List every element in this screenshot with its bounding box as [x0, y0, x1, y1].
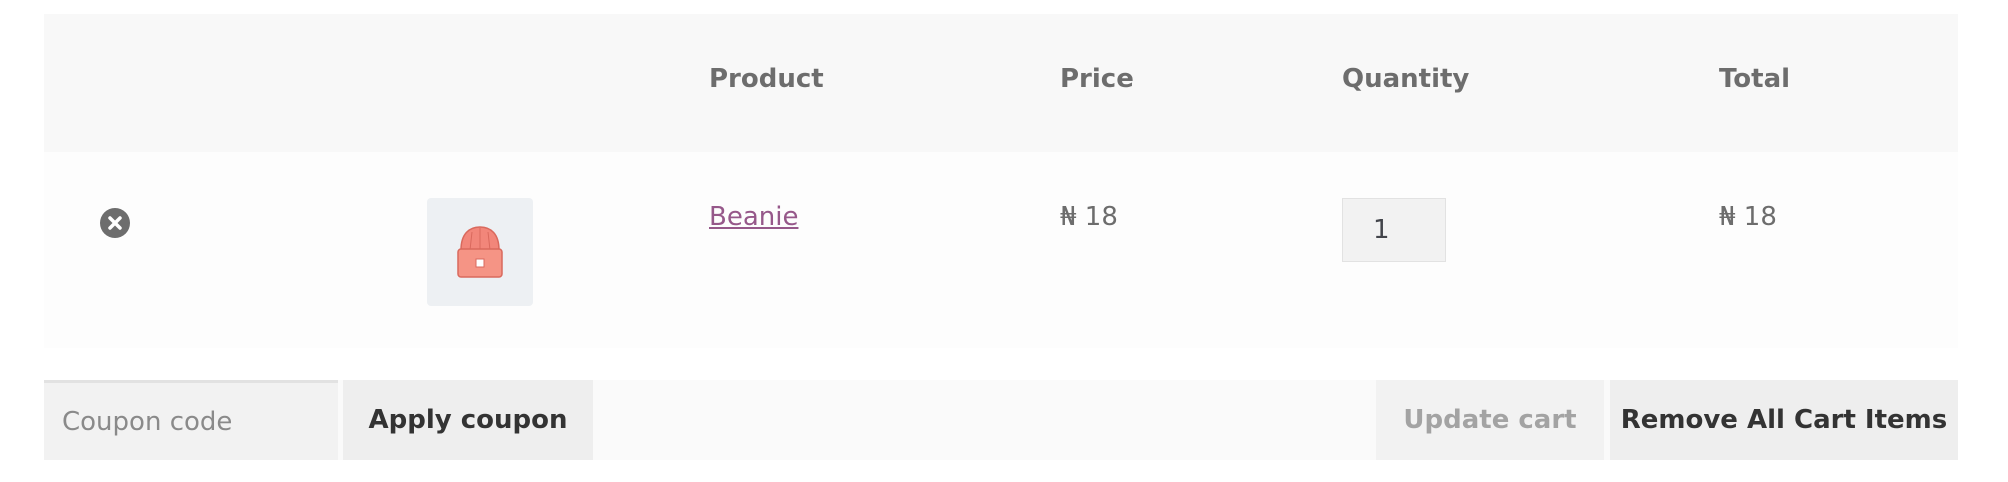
- cart-table-header: Product Price Quantity Total: [44, 14, 1958, 152]
- cart-page: Product Price Quantity Total Beanie ₦ 18…: [0, 0, 2008, 482]
- cart-actions: Apply coupon Update cart Remove All Cart…: [44, 380, 1958, 460]
- quantity-input[interactable]: [1342, 198, 1446, 262]
- product-thumbnail[interactable]: [427, 198, 533, 306]
- header-quantity: Quantity: [1342, 64, 1470, 94]
- close-icon: [108, 216, 122, 230]
- update-cart-button[interactable]: Update cart: [1376, 380, 1604, 460]
- coupon-code-input[interactable]: [44, 380, 338, 460]
- remove-all-items-button[interactable]: Remove All Cart Items: [1610, 380, 1958, 460]
- beanie-hat-icon: [457, 226, 503, 278]
- header-total: Total: [1719, 64, 1791, 94]
- header-product: Product: [709, 64, 824, 94]
- cart-table: Product Price Quantity Total Beanie ₦ 18…: [44, 14, 1958, 348]
- product-subtotal: ₦ 18: [1719, 202, 1777, 232]
- product-price: ₦ 18: [1060, 202, 1118, 232]
- product-name-link[interactable]: Beanie: [709, 204, 798, 230]
- table-row: Beanie ₦ 18 ₦ 18: [44, 152, 1958, 348]
- remove-item-button[interactable]: [100, 208, 130, 238]
- apply-coupon-button[interactable]: Apply coupon: [343, 380, 593, 460]
- header-price: Price: [1060, 64, 1134, 94]
